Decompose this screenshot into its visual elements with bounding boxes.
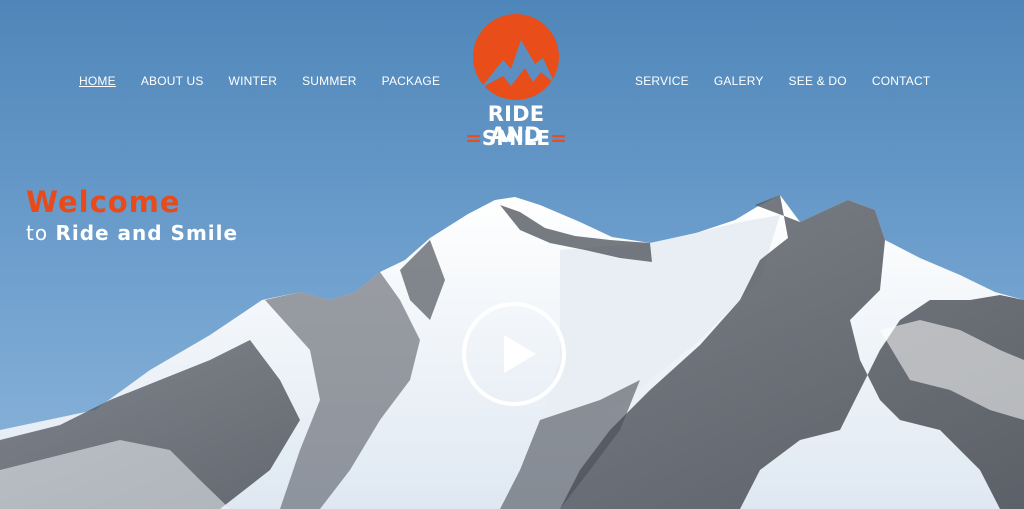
main-nav-right: SERVICE GALERY SEE & DO CONTACT bbox=[635, 74, 930, 88]
logo-bars-right: = bbox=[550, 126, 567, 150]
mountain-sun-logo-icon bbox=[473, 14, 559, 100]
logo-line-2: =SMILE= bbox=[463, 128, 569, 148]
nav-winter[interactable]: WINTER bbox=[229, 74, 278, 88]
welcome-title: Welcome bbox=[26, 185, 181, 219]
nav-galery[interactable]: GALERY bbox=[714, 74, 764, 88]
welcome-heading: Welcome to Ride and Smile bbox=[26, 184, 238, 246]
logo-line-2-text: SMILE bbox=[481, 126, 551, 150]
nav-service[interactable]: SERVICE bbox=[635, 74, 689, 88]
welcome-subtitle: to Ride and Smile bbox=[26, 220, 238, 246]
nav-about-us[interactable]: ABOUT US bbox=[141, 74, 204, 88]
nav-summer[interactable]: SUMMER bbox=[302, 74, 357, 88]
site-logo[interactable]: RIDE AND =SMILE= bbox=[463, 14, 569, 152]
nav-see-do[interactable]: SEE & DO bbox=[789, 74, 847, 88]
play-icon bbox=[504, 335, 536, 373]
welcome-to: to bbox=[26, 221, 49, 245]
logo-bars-left: = bbox=[465, 126, 482, 150]
nav-contact[interactable]: CONTACT bbox=[872, 74, 931, 88]
nav-home[interactable]: HOME bbox=[79, 74, 116, 88]
play-video-button[interactable] bbox=[462, 302, 566, 406]
welcome-name: Ride and Smile bbox=[55, 221, 239, 245]
nav-package[interactable]: PACKAGE bbox=[382, 74, 441, 88]
main-nav-left: HOME ABOUT US WINTER SUMMER PACKAGE bbox=[79, 74, 465, 88]
